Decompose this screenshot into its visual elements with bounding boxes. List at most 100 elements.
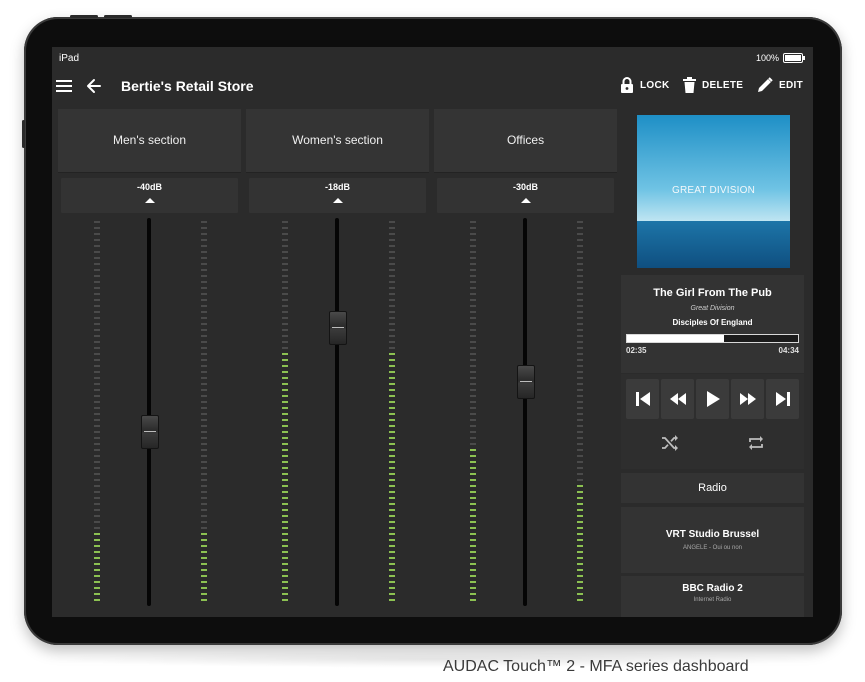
channel-header[interactable]: Offices [434,109,617,173]
meter-segment [470,299,476,301]
meter-segment [282,287,288,289]
track-album: Great Division [690,305,735,312]
meter-segment [389,455,395,457]
meter-segment [577,599,583,601]
fast-forward-button[interactable] [731,379,764,419]
meter-segment [282,533,288,535]
meter-segment [577,281,583,283]
meter-segment [577,563,583,565]
meter-segment [201,521,207,523]
meter-segment [94,317,100,319]
meter-segment [94,407,100,409]
meter-segment [94,425,100,427]
meter-segment [470,281,476,283]
meter-segment [389,419,395,421]
track-duration: 04:34 [778,346,799,355]
meter-segment [470,491,476,493]
lock-button[interactable]: LOCK [620,77,670,93]
meter-segment [201,461,207,463]
delete-label: DELETE [702,79,744,91]
level-pointer-icon [521,198,531,203]
meter-segment [389,401,395,403]
shuffle-button[interactable] [656,429,684,457]
meter-segment [470,575,476,577]
meter-segment [389,407,395,409]
meter-segment [577,269,583,271]
skip-previous-button[interactable] [626,379,659,419]
meter-segment [201,323,207,325]
back-arrow-icon[interactable] [84,76,104,96]
meter-segment [470,425,476,427]
meter-segment [389,317,395,319]
fader-knob[interactable] [141,415,159,450]
radio-station-item[interactable]: BBC Radio 2 Internet Radio [621,576,804,617]
meter-segment [201,353,207,355]
meter-segment [470,515,476,517]
fader-knob[interactable] [517,364,535,399]
progress-fill [627,335,724,342]
meter-segment [282,503,288,505]
repeat-button[interactable] [742,429,770,457]
meter-segment [470,467,476,469]
level-meter-left [282,220,288,603]
rewind-button[interactable] [661,379,694,419]
meter-segment [389,443,395,445]
meter-segment [389,425,395,427]
edit-button[interactable]: EDIT [757,77,803,93]
meter-segment [577,467,583,469]
meter-segment [94,239,100,241]
channel-name: Women's section [292,133,383,147]
meter-segment [470,347,476,349]
meter-segment [577,419,583,421]
status-carrier: iPad [59,53,80,64]
meter-segment [577,335,583,337]
meter-segment [577,503,583,505]
transport-controls [621,374,804,469]
meter-segment [577,509,583,511]
meter-segment [94,335,100,337]
meter-segment [577,377,583,379]
meter-segment [201,383,207,385]
meter-segment [389,587,395,589]
meter-segment [282,419,288,421]
meter-segment [94,539,100,541]
meter-segment [94,293,100,295]
meter-segment [282,299,288,301]
channel-header[interactable]: Women's section [246,109,429,173]
meter-segment [389,275,395,277]
fader-track[interactable] [523,218,527,606]
meter-segment [470,569,476,571]
radio-header[interactable]: Radio [621,473,804,503]
play-button[interactable] [696,379,729,419]
meter-segment [282,581,288,583]
meter-segment [470,563,476,565]
meter-segment [94,563,100,565]
radio-station-item[interactable]: VRT Studio Brussel ANGELE - Oui ou non [621,507,804,573]
meter-segment [94,395,100,397]
hamburger-menu-icon[interactable] [56,80,72,92]
skip-next-button[interactable] [766,379,799,419]
meter-segment [201,551,207,553]
meter-segment [577,461,583,463]
meter-segment [470,239,476,241]
meter-segment [282,317,288,319]
channel-header[interactable]: Men's section [58,109,241,173]
channel-strip: Offices -30dB [434,109,617,614]
meter-segment [94,251,100,253]
channel-level-display: -18dB [249,178,426,213]
track-progress-bar[interactable] [626,334,799,343]
meter-segment [470,359,476,361]
fader-track[interactable] [335,218,339,606]
fader-track[interactable] [147,218,151,606]
meter-segment [470,581,476,583]
meter-segment [201,299,207,301]
meter-segment [470,389,476,391]
fader-knob[interactable] [329,310,347,345]
delete-button[interactable]: DELETE [683,77,743,93]
meter-segment [94,227,100,229]
meter-segment [389,311,395,313]
meter-segment [389,239,395,241]
meter-segment [470,557,476,559]
meter-segment [282,569,288,571]
album-art-sea [637,221,790,268]
